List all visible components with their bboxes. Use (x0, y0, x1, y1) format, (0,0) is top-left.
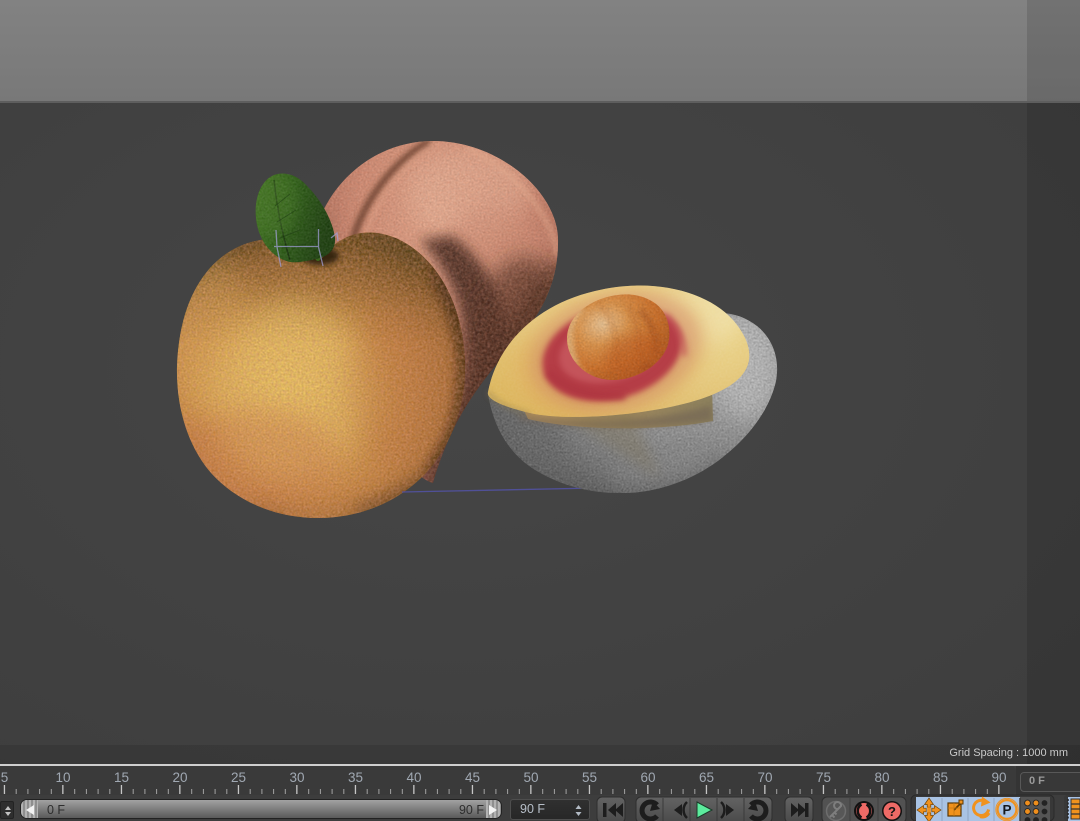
svg-text:P: P (1002, 803, 1011, 818)
svg-text:?: ? (888, 804, 896, 819)
